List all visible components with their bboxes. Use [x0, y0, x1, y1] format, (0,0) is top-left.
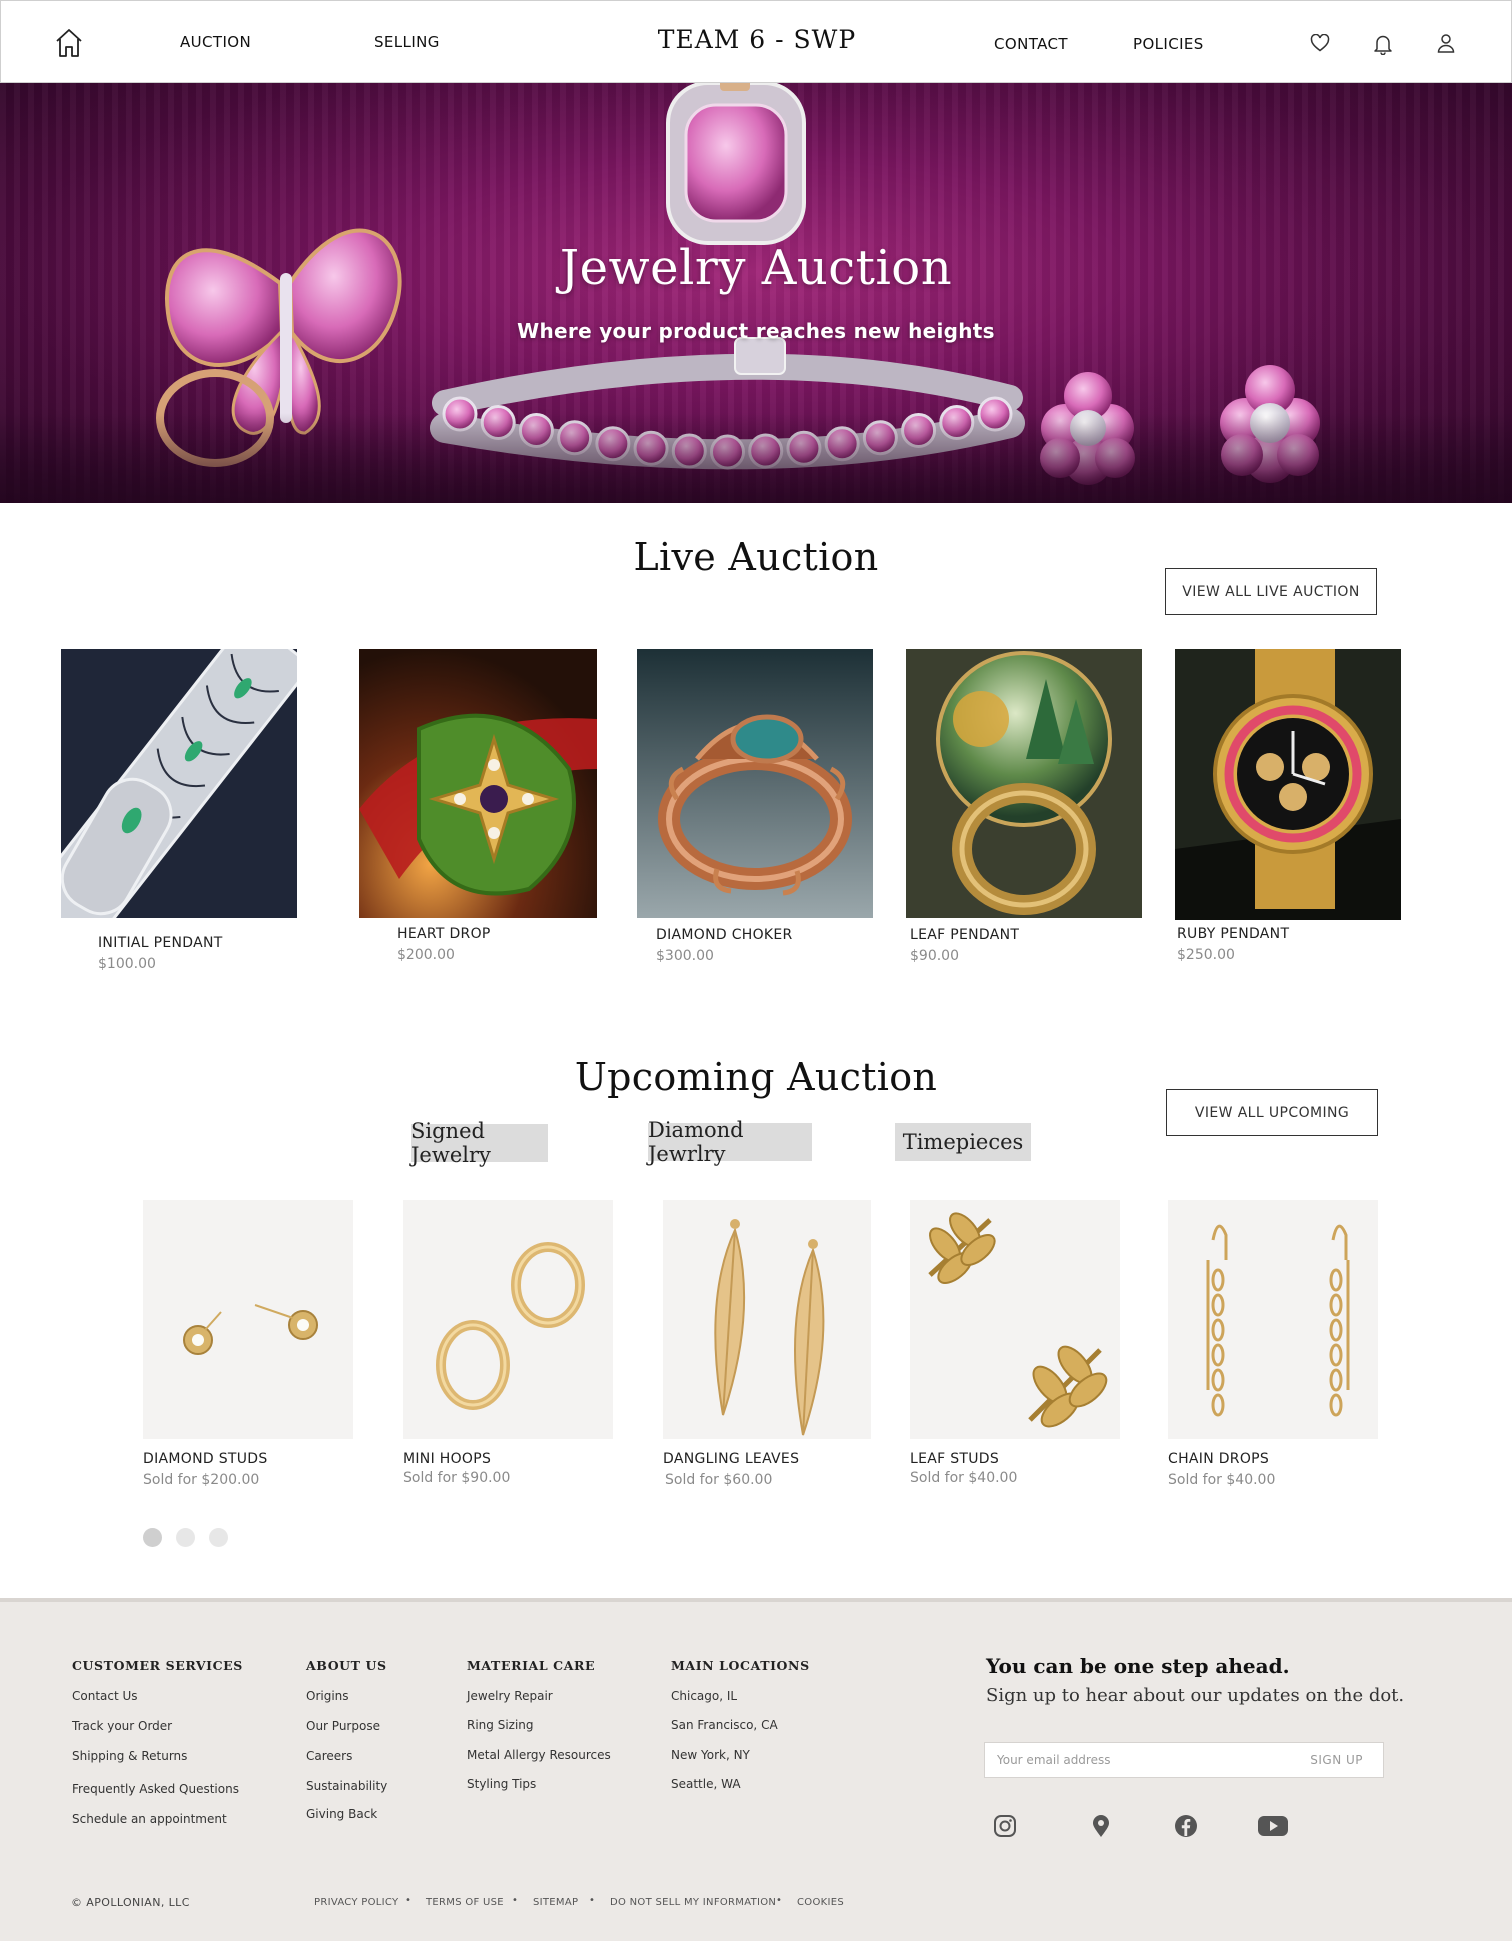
upcoming-item-price-4: Sold for $40.00	[910, 1470, 1018, 1486]
upcoming-item-price-5: Sold for $40.00	[1168, 1472, 1276, 1488]
newsletter-heading: You can be one step ahead.	[986, 1654, 1290, 1678]
legal-link-cookies[interactable]: COOKIES	[797, 1897, 844, 1908]
legal-separator: •	[512, 1895, 518, 1906]
footer-link-schedule-appointment[interactable]: Schedule an appointment	[72, 1812, 227, 1826]
footer-link-ring-sizing[interactable]: Ring Sizing	[467, 1718, 534, 1732]
pagination-dot-3[interactable]	[209, 1528, 228, 1547]
live-item-price-1: $100.00	[98, 956, 156, 972]
nav-auction[interactable]: AUCTION	[180, 33, 251, 51]
legal-separator: •	[589, 1895, 595, 1906]
live-item-price-2: $200.00	[397, 947, 455, 963]
youtube-icon[interactable]	[1257, 1814, 1289, 1842]
footer-heading-main-locations: MAIN LOCATIONS	[671, 1658, 810, 1673]
live-item-price-3: $300.00	[656, 948, 714, 964]
tab-signed-jewelry[interactable]: Signed Jewelry	[411, 1119, 548, 1167]
legal-link-sitemap[interactable]: SITEMAP	[533, 1897, 578, 1908]
legal-separator: •	[776, 1895, 782, 1906]
location-pin-icon[interactable]	[1091, 1814, 1111, 1842]
footer: CUSTOMER SERVICES Contact Us Track your …	[0, 1598, 1512, 1941]
home-icon[interactable]	[55, 28, 83, 62]
footer-heading-about-us: ABOUT US	[306, 1658, 387, 1673]
footer-link-san-francisco[interactable]: San Francisco, CA	[671, 1718, 778, 1732]
footer-link-seattle[interactable]: Seattle, WA	[671, 1777, 741, 1791]
pagination-dot-2[interactable]	[176, 1528, 195, 1547]
live-item-name-5[interactable]: RUBY PENDANT	[1177, 926, 1289, 942]
legal-link-privacy-policy[interactable]: PRIVACY POLICY	[314, 1897, 398, 1908]
footer-link-styling-tips[interactable]: Styling Tips	[467, 1777, 536, 1791]
upcoming-item-name-4[interactable]: LEAF STUDS	[910, 1451, 999, 1467]
upcoming-item-price-2: Sold for $90.00	[403, 1470, 511, 1486]
brand-logo-text[interactable]: TEAM 6 - SWP	[658, 25, 856, 54]
user-icon[interactable]	[1437, 33, 1455, 57]
legal-separator: •	[405, 1895, 411, 1906]
footer-link-sustainability[interactable]: Sustainability	[306, 1779, 387, 1793]
footer-link-our-purpose[interactable]: Our Purpose	[306, 1719, 380, 1733]
footer-link-shipping-returns[interactable]: Shipping & Returns	[72, 1749, 187, 1763]
tab-timepieces[interactable]: Timepieces	[895, 1123, 1031, 1161]
legal-link-terms-of-use[interactable]: TERMS OF USE	[426, 1897, 504, 1908]
hero-title: Jewelry Auction	[559, 240, 953, 296]
footer-link-metal-allergy[interactable]: Metal Allergy Resources	[467, 1748, 611, 1762]
view-all-live-button[interactable]: VIEW ALL LIVE AUCTION	[1165, 568, 1377, 615]
footer-link-new-york[interactable]: New York, NY	[671, 1748, 750, 1762]
hero-subtitle: Where your product reaches new heights	[517, 319, 995, 343]
pendant-gem	[666, 83, 806, 245]
newsletter-form: SIGN UP	[984, 1742, 1384, 1778]
heart-icon[interactable]	[1310, 33, 1330, 56]
footer-link-origins[interactable]: Origins	[306, 1689, 349, 1703]
upcoming-item-image-4[interactable]	[910, 1200, 1120, 1439]
newsletter-email-input[interactable]	[985, 1743, 1285, 1777]
copyright-text: © APOLLONIAN, LLC	[71, 1896, 190, 1909]
upcoming-item-name-5[interactable]: CHAIN DROPS	[1168, 1451, 1269, 1467]
instagram-icon[interactable]	[993, 1814, 1017, 1842]
live-item-name-4[interactable]: LEAF PENDANT	[910, 927, 1019, 943]
tab-diamond-jewelry[interactable]: Diamond Jewrlry	[648, 1118, 812, 1166]
live-item-price-4: $90.00	[910, 948, 959, 964]
live-item-name-3[interactable]: DIAMOND CHOKER	[656, 927, 793, 943]
upcoming-item-image-2[interactable]	[403, 1200, 613, 1439]
upcoming-item-name-3[interactable]: DANGLING LEAVES	[663, 1451, 799, 1467]
bell-icon[interactable]	[1373, 33, 1393, 59]
live-item-image-5[interactable]	[1175, 649, 1401, 920]
footer-heading-material-care: MATERIAL CARE	[467, 1658, 596, 1673]
newsletter-subtext: Sign up to hear about our updates on the…	[986, 1685, 1405, 1706]
live-item-image-2[interactable]	[359, 649, 597, 918]
live-item-name-1[interactable]: INITIAL PENDANT	[98, 935, 223, 951]
hero-reflective-floor	[0, 413, 1512, 503]
upcoming-item-image-1[interactable]	[143, 1200, 353, 1439]
top-nav-bar: AUCTION SELLING TEAM 6 - SWP CONTACT POL…	[0, 0, 1512, 83]
footer-link-contact-us[interactable]: Contact Us	[72, 1689, 138, 1703]
footer-link-chicago[interactable]: Chicago, IL	[671, 1689, 737, 1703]
nav-contact[interactable]: CONTACT	[994, 35, 1068, 53]
footer-link-giving-back[interactable]: Giving Back	[306, 1807, 377, 1821]
nav-policies[interactable]: POLICIES	[1133, 35, 1204, 53]
live-item-image-4[interactable]	[906, 649, 1142, 918]
legal-link-do-not-sell[interactable]: DO NOT SELL MY INFORMATION	[610, 1897, 776, 1908]
live-item-image-1[interactable]	[61, 649, 297, 918]
footer-link-careers[interactable]: Careers	[306, 1749, 352, 1763]
live-item-name-2[interactable]: HEART DROP	[397, 926, 491, 942]
upcoming-item-image-3[interactable]	[663, 1200, 871, 1439]
upcoming-item-price-1: Sold for $200.00	[143, 1472, 260, 1488]
live-item-image-3[interactable]	[637, 649, 873, 918]
hero-banner: Jewelry Auction Where your product reach…	[0, 83, 1512, 503]
view-all-upcoming-button[interactable]: VIEW ALL UPCOMING	[1166, 1089, 1378, 1136]
footer-heading-customer-services: CUSTOMER SERVICES	[72, 1658, 243, 1673]
live-item-price-5: $250.00	[1177, 947, 1235, 963]
footer-link-faq[interactable]: Frequently Asked Questions	[72, 1782, 239, 1796]
upcoming-item-name-1[interactable]: DIAMOND STUDS	[143, 1451, 268, 1467]
upcoming-item-image-5[interactable]	[1168, 1200, 1378, 1439]
newsletter-signup-button[interactable]: SIGN UP	[1310, 1753, 1363, 1767]
footer-link-track-order[interactable]: Track your Order	[72, 1719, 172, 1733]
footer-link-jewelry-repair[interactable]: Jewelry Repair	[467, 1689, 553, 1703]
facebook-icon[interactable]	[1174, 1814, 1198, 1842]
nav-selling[interactable]: SELLING	[374, 33, 440, 51]
pagination-dot-1[interactable]	[143, 1528, 162, 1547]
upcoming-item-name-2[interactable]: MINI HOOPS	[403, 1451, 491, 1467]
upcoming-item-price-3: Sold for $60.00	[665, 1472, 773, 1488]
